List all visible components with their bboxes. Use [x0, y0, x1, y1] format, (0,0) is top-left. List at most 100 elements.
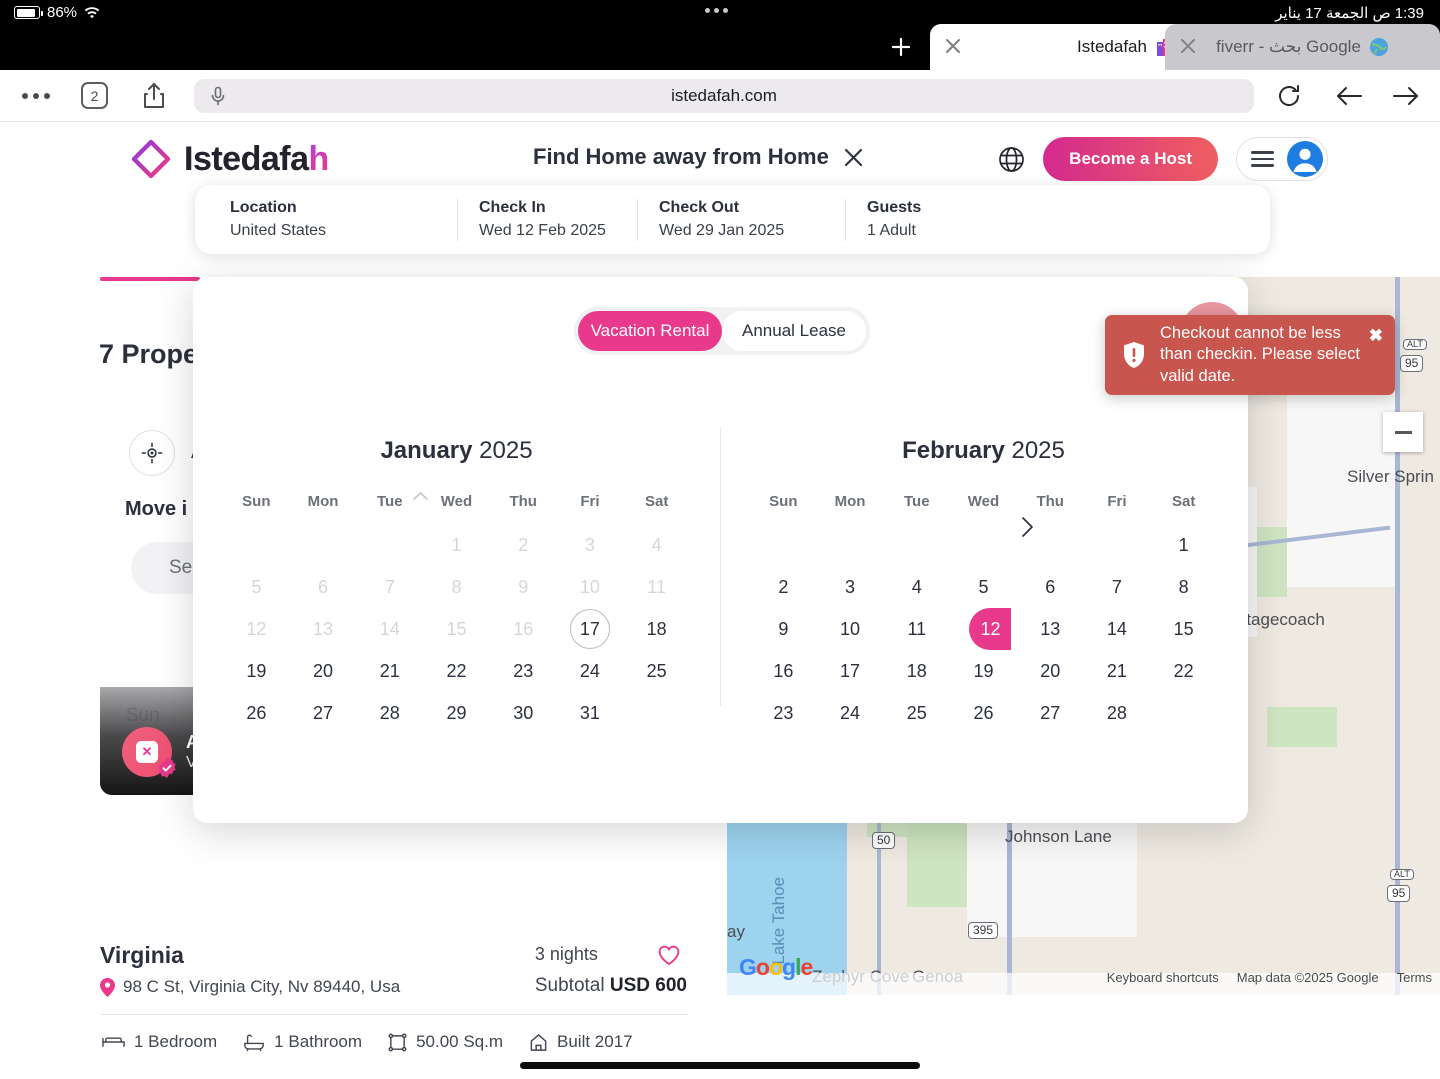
calendar-day[interactable]: 10 [817, 608, 884, 650]
arrow-right-icon[interactable] [1392, 83, 1420, 109]
calendar-day[interactable]: 3 [817, 566, 884, 608]
weekday: Thu [1017, 493, 1084, 510]
calendar-day[interactable]: 13 [1017, 608, 1084, 650]
calendar-day[interactable]: 24 [557, 650, 624, 692]
route-shield: 95 [1400, 355, 1423, 372]
tagline-text: Find Home away from Home [533, 144, 829, 170]
calendar-day-disabled: 14 [356, 608, 423, 650]
heart-icon[interactable] [657, 944, 681, 966]
calendar-day[interactable]: 27 [1017, 692, 1084, 734]
field-label: Check In [479, 199, 615, 217]
calendar-day[interactable]: 27 [290, 692, 357, 734]
calendar-day[interactable]: 22 [1150, 650, 1217, 692]
calendar-day[interactable]: 1 [1150, 524, 1217, 566]
crosshair-icon[interactable] [129, 430, 175, 476]
arrow-left-icon[interactable] [1335, 83, 1363, 109]
calendar-day[interactable]: 25 [623, 650, 690, 692]
tab-title: Istedafah [1077, 37, 1147, 57]
map-zoom-out-button[interactable] [1383, 412, 1423, 452]
tab-count-button[interactable]: 2 [81, 82, 108, 109]
verified-check-icon [156, 757, 178, 779]
user-avatar-icon[interactable] [1287, 141, 1323, 177]
ellipsis-icon[interactable] [22, 93, 50, 99]
calendar-day[interactable]: 25 [883, 692, 950, 734]
calendar-day[interactable]: 17 [817, 650, 884, 692]
calendar-day-today[interactable]: 17 [557, 608, 624, 650]
calendar-day[interactable]: 19 [950, 650, 1017, 692]
calendar-day[interactable]: 5 [950, 566, 1017, 608]
close-icon[interactable]: ✖ [1369, 326, 1383, 346]
calendar-day[interactable]: 30 [490, 692, 557, 734]
field-label: Location [230, 199, 435, 217]
battery-icon [14, 6, 40, 19]
calendar-day[interactable]: 22 [423, 650, 490, 692]
weekday: Sun [750, 493, 817, 510]
address-bar[interactable]: istedafah.com [194, 79, 1254, 113]
calendar-day[interactable]: 6 [1017, 566, 1084, 608]
calendar-day[interactable]: 9 [750, 608, 817, 650]
amenity-label: Built 2017 [557, 1032, 633, 1052]
calendar-day[interactable]: 20 [290, 650, 357, 692]
calendar-day-disabled: 13 [290, 608, 357, 650]
calendar-month-january: January 2025 Sun Mon Tue Wed Thu Fri Sat… [193, 357, 720, 734]
calendar-day-disabled: 2 [490, 524, 557, 566]
calendar-day[interactable]: 18 [883, 650, 950, 692]
calendar-day[interactable]: 8 [1150, 566, 1217, 608]
ghost-day: Sun [126, 705, 160, 727]
new-tab-button[interactable] [888, 34, 914, 60]
bed-icon [102, 1033, 125, 1051]
battery-percent: 86% [47, 4, 77, 21]
site-logo[interactable]: Istedafah [130, 138, 329, 180]
calendar-day[interactable]: 19 [223, 650, 290, 692]
calendar-day[interactable]: 7 [1084, 566, 1151, 608]
calendar-day[interactable]: 23 [490, 650, 557, 692]
day-blank [223, 524, 290, 566]
weekday: Mon [290, 493, 357, 510]
calendar-day[interactable]: 20 [1017, 650, 1084, 692]
terms-link[interactable]: Terms [1397, 970, 1432, 985]
property-address: 98 C St, Virginia City, Nv 89440, Usa [123, 977, 400, 997]
become-a-host-button[interactable]: Become a Host [1043, 137, 1218, 181]
calendar-day[interactable]: 31 [557, 692, 624, 734]
calendar-day[interactable]: 16 [750, 650, 817, 692]
reload-icon[interactable] [1276, 83, 1302, 109]
share-icon[interactable] [142, 82, 166, 110]
account-menu-button[interactable] [1236, 137, 1328, 181]
calendar-day[interactable]: 23 [750, 692, 817, 734]
search-field-checkout[interactable]: Check Out Wed 29 Jan 2025 [637, 197, 845, 243]
calendar-day-selected[interactable]: 12 [950, 608, 1017, 650]
calendar-day[interactable]: 21 [356, 650, 423, 692]
rental-type-toggle[interactable]: Vacation Rental Annual Lease [574, 307, 870, 355]
search-field-guests[interactable]: Guests 1 Adult [845, 197, 1015, 243]
search-bar[interactable]: Location United States Check In Wed 12 F… [195, 185, 1270, 254]
calendar-day[interactable]: 21 [1084, 650, 1151, 692]
calendar-day[interactable]: 28 [356, 692, 423, 734]
calendar-day[interactable]: 15 [1150, 608, 1217, 650]
error-message: Checkout cannot be less than checkin. Pl… [1160, 323, 1365, 386]
day-blank [1084, 524, 1151, 566]
calendar-day[interactable]: 4 [883, 566, 950, 608]
tab-annual-lease[interactable]: Annual Lease [722, 311, 866, 351]
keyboard-shortcuts-link[interactable]: Keyboard shortcuts [1107, 970, 1219, 985]
field-label: Check Out [659, 199, 823, 217]
browser-tab-google[interactable]: fiverr - بحث Google [1165, 24, 1440, 70]
tab-vacation-rental[interactable]: Vacation Rental [578, 311, 722, 351]
globe-icon[interactable] [998, 146, 1025, 173]
close-icon[interactable] [843, 147, 864, 168]
calendar-day[interactable]: 26 [223, 692, 290, 734]
hamburger-icon[interactable] [1251, 151, 1274, 167]
microphone-icon[interactable] [210, 86, 226, 106]
search-field-location[interactable]: Location United States [195, 197, 457, 243]
calendar-day[interactable]: 29 [423, 692, 490, 734]
subtotal-row: Subtotal USD 600 [535, 975, 687, 997]
weekday: Wed [950, 493, 1017, 510]
search-field-checkin[interactable]: Check In Wed 12 Feb 2025 [457, 197, 637, 243]
calendar-day[interactable]: 26 [950, 692, 1017, 734]
calendar-day[interactable]: 11 [883, 608, 950, 650]
calendar-day[interactable]: 28 [1084, 692, 1151, 734]
calendar-day[interactable]: 14 [1084, 608, 1151, 650]
calendar-day[interactable]: 2 [750, 566, 817, 608]
calendar-day[interactable]: 24 [817, 692, 884, 734]
calendar-day[interactable]: 18 [623, 608, 690, 650]
date-picker-modal[interactable]: Vacation Rental Annual Lease January 202… [193, 277, 1248, 823]
